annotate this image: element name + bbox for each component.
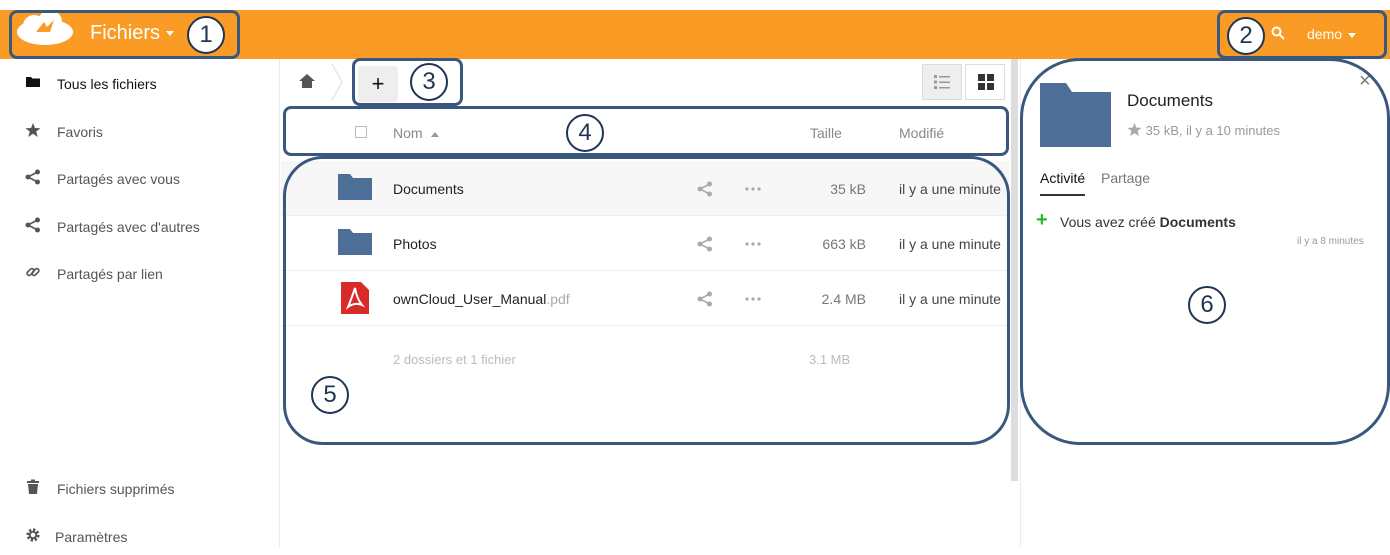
annotation-box-6 — [1020, 58, 1390, 445]
sidebar-item-label: Favoris — [57, 124, 103, 140]
sidebar-item-all-files[interactable]: Tous les fichiers — [0, 62, 279, 102]
sidebar-item-label: Tous les fichiers — [57, 76, 157, 92]
breadcrumb-separator — [331, 64, 343, 100]
folder-icon — [26, 77, 40, 87]
trash-icon — [27, 479, 39, 494]
share-icon — [25, 217, 40, 233]
sidebar: Tous les fichiers Favoris Partagés avec … — [0, 59, 280, 547]
sidebar-item-label: Partagés avec d'autres — [57, 219, 200, 235]
sidebar-item-deleted-files[interactable]: Fichiers supprimés — [0, 467, 279, 507]
grid-view-icon — [978, 74, 994, 90]
star-icon — [25, 123, 41, 137]
list-view-button[interactable] — [922, 64, 962, 100]
annotation-number-3: 3 — [410, 63, 448, 101]
settings-button[interactable]: Paramètres — [0, 515, 279, 555]
annotation-number-4: 4 — [566, 114, 604, 152]
sidebar-item-label: Fichiers supprimés — [57, 481, 175, 497]
annotation-number-1: 1 — [187, 16, 225, 54]
sidebar-item-shared-with-others[interactable]: Partagés avec d'autres — [0, 205, 279, 245]
sidebar-item-label: Paramètres — [55, 529, 128, 545]
sidebar-item-label: Partagés avec vous — [57, 171, 180, 187]
grid-view-button[interactable] — [965, 64, 1005, 100]
scrollbar[interactable] — [1011, 59, 1018, 481]
gear-icon — [26, 528, 40, 542]
share-icon — [25, 169, 40, 185]
annotation-number-5: 5 — [311, 376, 349, 414]
sidebar-item-shared-by-link[interactable]: Partagés par lien — [0, 252, 279, 292]
annotation-box-5 — [283, 156, 1010, 445]
annotation-box-4 — [283, 106, 1009, 156]
home-icon[interactable] — [299, 73, 315, 89]
list-view-icon — [934, 75, 950, 89]
sidebar-item-favorites[interactable]: Favoris — [0, 110, 279, 150]
link-icon — [26, 267, 40, 277]
sidebar-item-label: Partagés par lien — [57, 266, 163, 282]
annotation-number-2: 2 — [1227, 17, 1265, 55]
sidebar-item-shared-with-you[interactable]: Partagés avec vous — [0, 157, 279, 197]
annotation-number-6: 6 — [1188, 286, 1226, 324]
